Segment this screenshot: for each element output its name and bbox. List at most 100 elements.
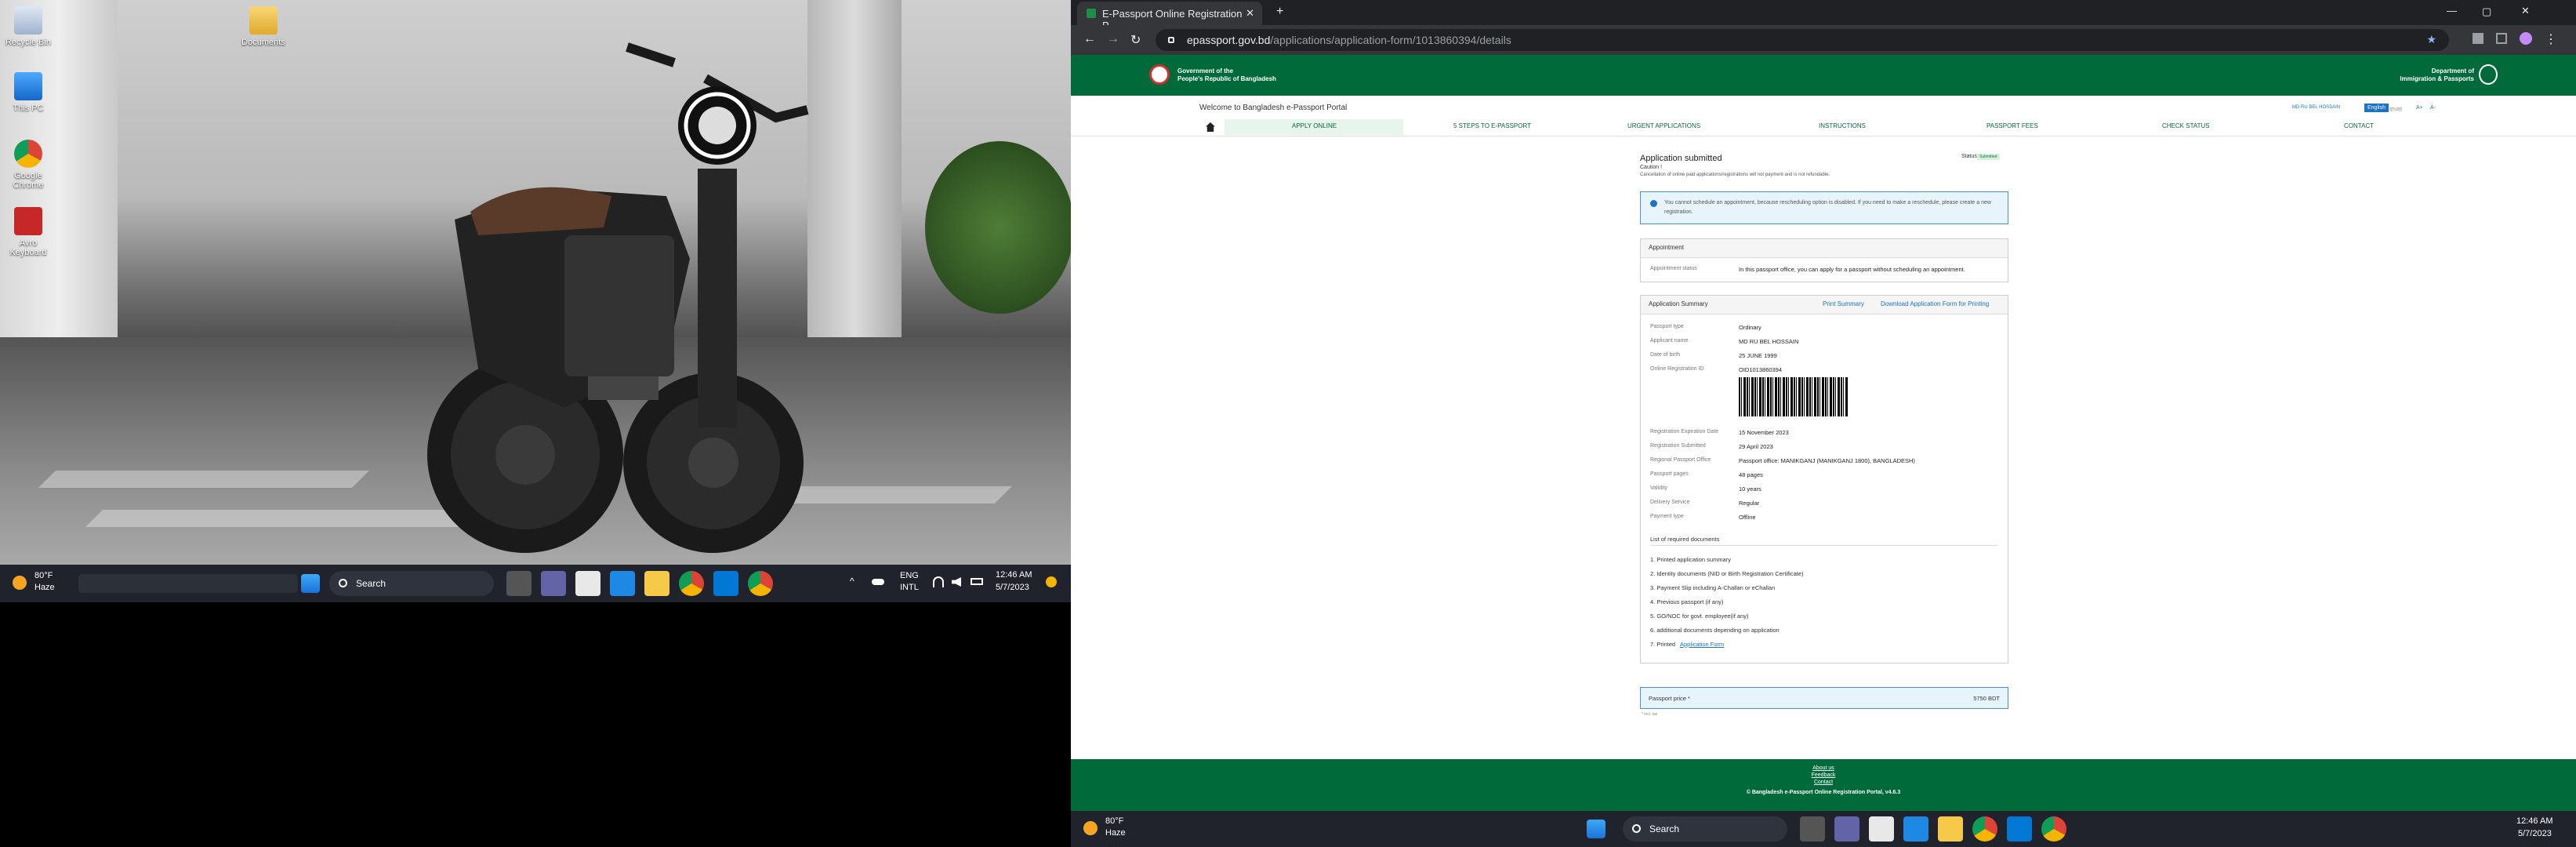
notepad-icon[interactable] bbox=[575, 571, 600, 596]
footer-about-link[interactable]: About us bbox=[1071, 765, 2576, 771]
summary-header: Application Summary Print Summary Downlo… bbox=[1641, 296, 2008, 314]
profile-avatar[interactable] bbox=[2520, 32, 2532, 45]
mail-icon[interactable] bbox=[610, 571, 635, 596]
home-icon[interactable] bbox=[1206, 122, 1215, 132]
file-explorer-icon[interactable] bbox=[644, 571, 669, 596]
gov-header: Government of the People's Republic of B… bbox=[1071, 55, 2576, 96]
info-icon bbox=[1650, 200, 1657, 207]
weather-widget[interactable]: 80°F Haze bbox=[13, 571, 67, 596]
vscode-icon[interactable] bbox=[2007, 816, 2032, 842]
reload-icon[interactable]: ↻ bbox=[1130, 32, 1141, 48]
nav-check-status[interactable]: CHECK STATUS bbox=[2162, 122, 2210, 129]
file-explorer-icon[interactable] bbox=[1938, 816, 1963, 842]
teams-icon[interactable] bbox=[1834, 816, 1859, 842]
maximize-icon[interactable]: ▢ bbox=[2482, 5, 2491, 18]
top-nav: Welcome to Bangladesh e-Passport Portal … bbox=[1071, 96, 2576, 136]
start-button[interactable] bbox=[301, 574, 320, 593]
chrome-profile-icon[interactable] bbox=[748, 571, 773, 596]
forward-icon[interactable]: → bbox=[1107, 32, 1119, 46]
doc-item: 7. Printed bbox=[1650, 641, 1676, 648]
web-page: Government of the People's Republic of B… bbox=[1071, 55, 2576, 811]
onedrive-icon[interactable] bbox=[872, 579, 884, 585]
summary-box: Application Summary Print Summary Downlo… bbox=[1640, 295, 2008, 663]
folder-icon bbox=[249, 6, 278, 35]
task-view-icon[interactable] bbox=[506, 571, 532, 596]
desktop-icon-this-pc[interactable]: This PC bbox=[0, 72, 56, 113]
page-title: Application submitted bbox=[1640, 154, 1722, 163]
address-bar[interactable]: epassport.gov.bd/applications/applicatio… bbox=[1156, 29, 2449, 51]
start-button[interactable] bbox=[1587, 820, 1605, 838]
close-tab-icon[interactable]: ✕ bbox=[1246, 7, 1254, 20]
chrome-profile-icon[interactable] bbox=[2041, 816, 2066, 842]
pc-icon bbox=[14, 72, 42, 100]
docs-divider bbox=[1650, 545, 1998, 546]
doc-item: 2. Identity documents (NID or Birth Regi… bbox=[1650, 570, 1804, 577]
browser-tabbar: E-Passport Online Registration P... ✕ + … bbox=[1071, 0, 2576, 31]
chevron-up-icon[interactable]: ^ bbox=[850, 576, 854, 587]
left-taskbar: 80°F Haze Search ^ ENG INTL 12:46 AM 5/7… bbox=[0, 565, 1071, 602]
battery-icon[interactable] bbox=[971, 578, 983, 585]
new-tab-icon[interactable]: + bbox=[1276, 5, 1283, 19]
bangladesh-emblem-icon bbox=[1149, 64, 1170, 85]
wifi-icon[interactable] bbox=[933, 576, 944, 587]
desktop-icon-documents[interactable]: Documents bbox=[235, 6, 292, 47]
chrome-taskbar-icon[interactable] bbox=[679, 571, 704, 596]
desktop-icon-chrome[interactable]: Google Chrome bbox=[0, 140, 56, 190]
back-icon[interactable]: ← bbox=[1083, 32, 1096, 46]
notice-box: You cannot schedule an appointment, beca… bbox=[1640, 191, 2008, 224]
task-view-icon[interactable] bbox=[1800, 816, 1825, 842]
keyboard-icon bbox=[14, 207, 42, 235]
appointment-header: Appointment bbox=[1641, 239, 2008, 258]
nav-passport-fees[interactable]: PASSPORT FEES bbox=[1986, 122, 2038, 129]
close-window-icon[interactable]: ✕ bbox=[2521, 5, 2530, 17]
chrome-icon bbox=[14, 140, 42, 168]
nav-urgent[interactable]: URGENT APPLICATIONS bbox=[1627, 122, 1700, 129]
barcode bbox=[1739, 377, 1849, 416]
weather-widget[interactable]: 80°F Haze bbox=[1083, 816, 1138, 842]
doc-item: 3. Payment Slip including A-Challan or e… bbox=[1650, 584, 1776, 591]
chrome-taskbar-icon[interactable] bbox=[1972, 816, 1997, 842]
desktop-icon-recycle-bin[interactable]: Recycle Bin bbox=[0, 6, 56, 47]
desktop-wallpaper bbox=[0, 0, 1071, 565]
vscode-icon[interactable] bbox=[713, 571, 738, 596]
footer-copyright: © Bangladesh e-Passport Online Registrat… bbox=[1746, 790, 1901, 795]
nav-5-steps[interactable]: 5 STEPS TO e-PASSPORT bbox=[1453, 122, 1531, 129]
nav-contact[interactable]: CONTACT bbox=[2344, 122, 2374, 129]
notification-icon[interactable] bbox=[1046, 576, 1057, 587]
application-form-link[interactable]: Application Form bbox=[1680, 641, 1724, 648]
menu-kebab-icon[interactable]: ⋮ bbox=[2545, 31, 2557, 47]
minimize-icon[interactable]: — bbox=[2447, 5, 2457, 16]
price-box: Passport price * 5750 BDT bbox=[1640, 687, 2008, 709]
nav-apply-online[interactable]: APPLY ONLINE bbox=[1292, 122, 1337, 129]
footer-contact-link[interactable]: Contact bbox=[1071, 780, 2576, 785]
favicon-icon bbox=[1087, 9, 1096, 18]
notepad-icon[interactable] bbox=[1869, 816, 1894, 842]
taskbar-search[interactable]: Search bbox=[329, 571, 494, 596]
doc-item: 5. GO/NOC for govt. employee(if any) bbox=[1650, 613, 1749, 620]
mail-icon[interactable] bbox=[1903, 816, 1928, 842]
recycle-bin-icon bbox=[14, 6, 42, 35]
teams-icon[interactable] bbox=[541, 571, 566, 596]
taskbar-search[interactable]: Search bbox=[1623, 816, 1787, 842]
sidepanel-icon[interactable] bbox=[2496, 33, 2507, 44]
docs-heading: List of required documents bbox=[1650, 536, 1720, 543]
page-footer: About us Feedback Contact © Bangladesh e… bbox=[1071, 759, 2576, 811]
download-form-link[interactable]: Download Application Form for Printing bbox=[1881, 300, 1989, 307]
right-monitor: E-Passport Online Registration P... ✕ + … bbox=[1071, 0, 2576, 847]
speaker-icon[interactable] bbox=[952, 577, 961, 587]
widgets-strip bbox=[78, 574, 298, 593]
search-icon bbox=[1632, 824, 1641, 833]
footer-feedback-link[interactable]: Feedback bbox=[1071, 772, 2576, 778]
tab-epassport[interactable]: E-Passport Online Registration P... ✕ bbox=[1077, 2, 1262, 31]
weather-sun-icon bbox=[1083, 821, 1098, 835]
doc-item: 6. additional documents depending on app… bbox=[1650, 627, 1780, 634]
passport-logo-icon bbox=[2479, 64, 2498, 85]
lock-icon bbox=[1168, 37, 1174, 43]
nav-instructions[interactable]: INSTRUCTIONS bbox=[1819, 122, 1866, 129]
print-summary-link[interactable]: Print Summary bbox=[1823, 300, 1864, 307]
desktop-icon-avro[interactable]: Avro Keyboard bbox=[0, 207, 56, 257]
browser-toolbar: ← → ↻ epassport.gov.bd/applications/appl… bbox=[1071, 25, 2576, 55]
extensions-icon[interactable] bbox=[2473, 33, 2483, 44]
appointment-box: Appointment Appointment status In this p… bbox=[1640, 238, 2008, 282]
bookmark-star-icon[interactable]: ★ bbox=[2426, 33, 2436, 46]
